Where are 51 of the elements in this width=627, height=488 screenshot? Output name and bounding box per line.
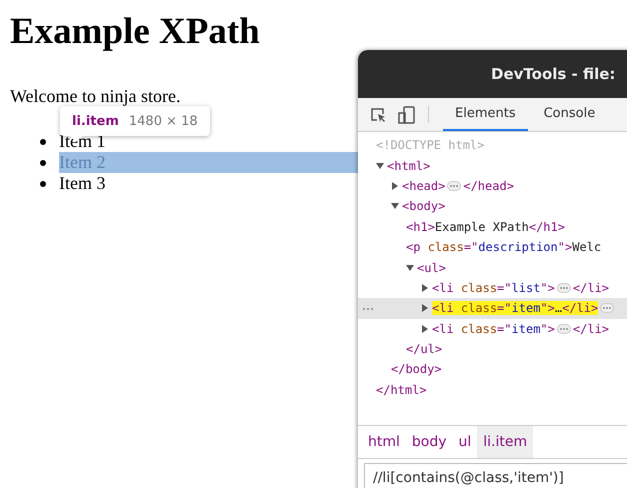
tag-text[interactable]: <li class="list"> (432, 280, 555, 295)
breadcrumb[interactable]: li.item (477, 426, 534, 458)
closing-tag-text[interactable]: </body> (391, 362, 442, 376)
window-title: DevTools - file: (491, 65, 616, 83)
disclosure-triangle-icon[interactable] (391, 182, 399, 190)
tree-row[interactable]: <p class="description">Welc (358, 236, 627, 258)
tree-row[interactable]: <ul> (358, 257, 627, 278)
search-field[interactable]: //li[contains(@class,'item')] (364, 463, 627, 488)
panel-tab[interactable]: Console (532, 98, 608, 131)
more-icon[interactable] (362, 307, 374, 312)
tag-text[interactable]: <p class="description">Welc (406, 240, 602, 254)
disclosure-triangle-icon[interactable] (421, 324, 429, 333)
closing-tag-text[interactable]: </ul> (406, 342, 442, 356)
tree-row[interactable]: <body> (358, 196, 627, 217)
closing-tag-text[interactable]: </head> (463, 178, 514, 193)
closing-tag-text[interactable]: </html> (376, 382, 427, 397)
inspect-icon[interactable] (370, 106, 388, 122)
tag-text[interactable]: <h1>Example XPath</h1> (406, 220, 565, 234)
disclosure-triangle-icon[interactable] (421, 304, 429, 312)
page-paragraph: Welcome to ninja store. (10, 85, 180, 107)
breadcrumb[interactable]: ul (452, 426, 478, 458)
panel-tab[interactable]: Elements (443, 98, 528, 131)
disclosure-triangle-icon[interactable] (421, 284, 429, 292)
size-text: 1480 × 18 (128, 114, 198, 128)
tag-text[interactable]: <ul> (417, 260, 446, 275)
bullet-icon (40, 160, 46, 166)
breadcrumb[interactable]: html (362, 426, 406, 458)
selector-text: li.item (72, 114, 119, 128)
tree-row[interactable]: <li class="item"> </li> (358, 318, 627, 339)
device-icon[interactable] (398, 106, 416, 124)
closing-tag-text[interactable]: </li> (572, 322, 610, 336)
list-item: Item 3 (59, 173, 106, 194)
list-item: Item 1 (59, 131, 106, 152)
tree-row[interactable]: <li class="list"> </li> (358, 278, 627, 298)
page-heading: Example XPath (10, 10, 260, 54)
tree-row[interactable]: <h1>Example XPath</h1> (358, 216, 627, 237)
closing-tag-text[interactable]: </li> (572, 280, 610, 295)
tree-row[interactable]: <li class="item">…</li> (358, 298, 627, 319)
bullet-icon (40, 138, 46, 144)
doctype-text: <!DOCTYPE html> (376, 138, 484, 152)
disclosure-triangle-icon[interactable] (391, 202, 399, 210)
breadcrumb[interactable]: body (406, 426, 453, 458)
disclosure-triangle-icon[interactable] (406, 264, 414, 272)
tag-text[interactable]: <head> (402, 178, 446, 193)
tag-text[interactable]: <li class="item"> (432, 322, 555, 336)
disclosure-triangle-icon[interactable] (376, 162, 384, 170)
tag-text[interactable]: <li class="item">…</li> (432, 301, 598, 316)
bullet-icon (40, 180, 46, 186)
tag-text[interactable]: <body> (402, 199, 446, 214)
tag-text[interactable]: <html> (387, 158, 430, 173)
tree-row[interactable]: <head> </head> (358, 176, 627, 196)
